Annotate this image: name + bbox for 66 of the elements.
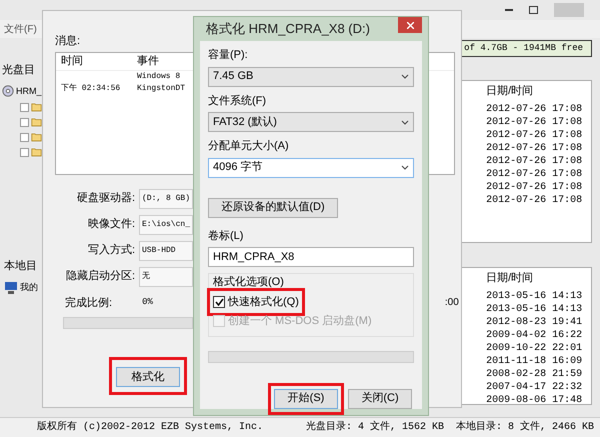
column-header[interactable]: 日期/时间 (486, 268, 591, 288)
table-cell-text: 2012-07-26 17:08 (486, 168, 584, 180)
table-cell-text: 2013-05-16 14:13 (486, 302, 584, 314)
tree-item[interactable]: HRM_ (16, 84, 42, 98)
field-label: 容量(P): (208, 48, 249, 63)
status-text: 光盘目录: 4 文件, 1562 KB (304, 420, 445, 435)
checkbox-option[interactable]: 快速格式化(Q) (213, 294, 299, 310)
input-field[interactable]: USB-HDD (139, 240, 193, 260)
field-label: 写入方式: (86, 242, 135, 258)
progress-label: 完成比例: (65, 296, 112, 310)
table-cell-text: 2012-07-26 17:08 (486, 116, 584, 128)
progress-value: 0% (142, 296, 153, 309)
time-text: :00 (444, 296, 459, 310)
column-header[interactable]: 时间 (56, 52, 134, 70)
table-cell-text: 2009-04-02 16:22 (486, 328, 584, 340)
column-header[interactable]: 事件 (134, 52, 159, 70)
table-cell-text: 2007-04-17 22:32 (486, 380, 584, 392)
field-label: 隐藏启动分区: (64, 268, 135, 284)
table-cell-text: 2012-07-26 17:08 (486, 180, 584, 192)
table-cell-text: 2009-08-06 17:48 (486, 394, 584, 404)
panel-title: 本地目 (4, 259, 38, 274)
table-cell-text: 2012-07-26 17:08 (486, 128, 584, 140)
field-label: 分配单元大小(A) (208, 139, 290, 154)
table-cell-text: 2012-07-26 17:08 (486, 142, 584, 154)
disc-icon (2, 85, 14, 98)
checkbox-option: 创建一个 MS-DOS 启动盘(M) (213, 313, 372, 330)
maximize-icon[interactable] (529, 6, 538, 14)
table-cell-text: Windows 8 (136, 70, 180, 82)
field-label: 文件系统(F) (208, 94, 268, 108)
field-label: 硬盘驱动器: (76, 191, 135, 206)
copyright-text: 版权所有 (c)2002-2012 EZB Systems, Inc. (36, 420, 264, 435)
group-label: 格式化选项(O) (213, 275, 285, 290)
input-field[interactable]: (D:, 8 GB) (139, 188, 193, 208)
input-field[interactable]: E:\ios\cn_ (139, 214, 193, 234)
table-cell: 下午 02:34:56 (61, 84, 120, 92)
column-header[interactable]: 日期/时间 (486, 81, 591, 102)
tree-item[interactable]: 我的 (20, 280, 38, 294)
field-label: 卷标(L) (208, 228, 244, 244)
input-field[interactable]: HRM_CPRA_X8 (208, 247, 414, 267)
dropdown[interactable]: FAT32 (默认) (208, 112, 414, 132)
table-cell-text: 2008-02-28 21:59 (486, 368, 584, 380)
menu-item[interactable]: 文件(F) (4, 22, 37, 36)
chevron-icon (401, 165, 409, 170)
dialog-button[interactable]: 关闭(C) (348, 388, 412, 408)
dialog-title: 格式化 HRM_CPRA_X8 (D:) (206, 20, 370, 38)
field-label: 映像文件: (86, 216, 135, 232)
messages-label: 消息: (55, 34, 82, 49)
status-text: 本地目录: 8 文件, 2466 KB (454, 420, 595, 435)
restore-defaults-button[interactable]: 还原设备的默认值(D) (208, 198, 338, 218)
dropdown[interactable]: 7.45 GB (208, 66, 414, 86)
input-field[interactable]: 无 (139, 266, 193, 286)
chevron-icon (401, 120, 409, 124)
table-cell-text: 2013-05-16 14:13 (486, 290, 584, 302)
dropdown[interactable]: 4096 字节 (208, 158, 414, 178)
computer-icon (4, 280, 18, 294)
format-button[interactable]: 格式化 (116, 367, 180, 388)
checkbox[interactable] (213, 296, 225, 308)
table-cell-text: 2012-07-26 17:08 (486, 102, 584, 114)
chevron-icon (401, 74, 409, 79)
table-cell-text: 2012-08-23 19:41 (486, 316, 584, 328)
table-cell-text: 2011-11-18 16:09 (486, 354, 584, 366)
table-cell-text: KingstonDT (136, 82, 186, 94)
panel-title: 光盘目 (2, 63, 36, 78)
table-cell-text: 2009-10-22 22:01 (486, 342, 584, 354)
table-cell-text: 2012-07-26 17:08 (486, 154, 584, 166)
table-cell-text: 2012-07-26 17:08 (486, 194, 584, 206)
